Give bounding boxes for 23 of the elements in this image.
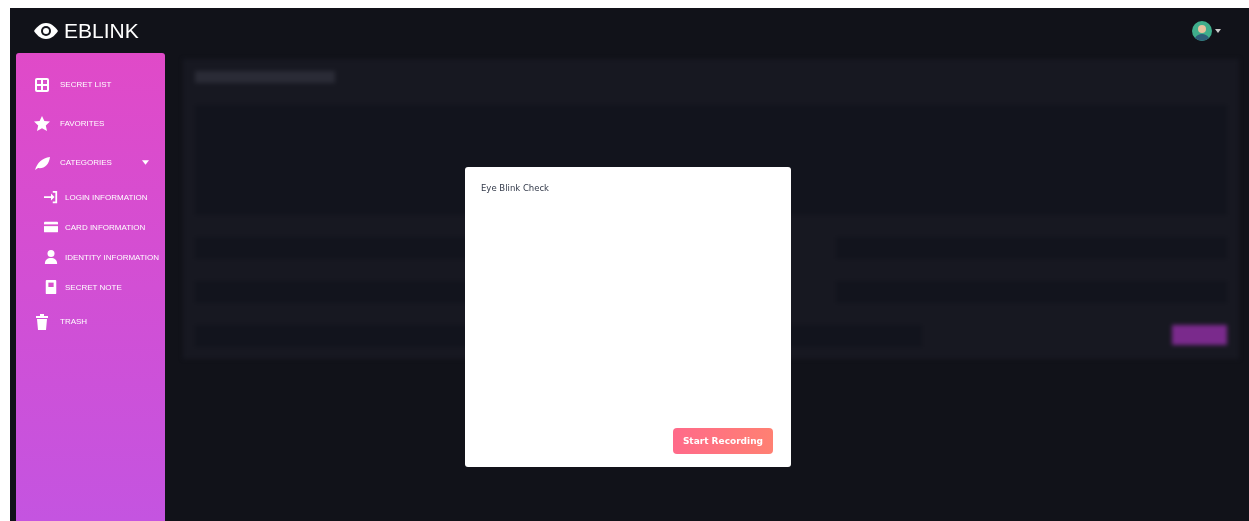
sidebar-subitem[interactable]: CARD INFORMATION <box>16 212 165 242</box>
eye-icon <box>34 22 58 39</box>
sidebar-item[interactable]: TRASH <box>16 302 165 341</box>
sidebar-subitem[interactable]: LOGIN INFORMATION <box>16 182 165 212</box>
sidebar-item[interactable]: CATEGORIES <box>16 143 165 182</box>
trash-icon <box>34 313 50 330</box>
dialog-title: Eye Blink Check <box>481 183 551 193</box>
caret-icon <box>142 160 149 165</box>
caret-icon[interactable] <box>1215 28 1221 33</box>
sidebar-subitem[interactable]: IDENTITY INFORMATION <box>16 242 165 272</box>
avatar-icon[interactable] <box>1192 20 1212 41</box>
card-icon <box>44 220 58 234</box>
person-icon <box>44 250 58 264</box>
leaf-icon <box>34 154 50 171</box>
start-recording-button[interactable]: Start Recording <box>672 428 773 454</box>
sidebar-item[interactable]: FAVORITES <box>16 104 165 143</box>
grid-icon <box>34 76 50 93</box>
star-icon <box>34 115 50 132</box>
brand-name: EBLINK <box>64 18 139 43</box>
book-icon <box>44 280 58 294</box>
sidebar-subitem[interactable]: SECRET NOTE <box>16 272 165 302</box>
sidebar-item[interactable]: SECRET LIST <box>16 65 165 104</box>
sign-in-icon <box>44 190 58 204</box>
